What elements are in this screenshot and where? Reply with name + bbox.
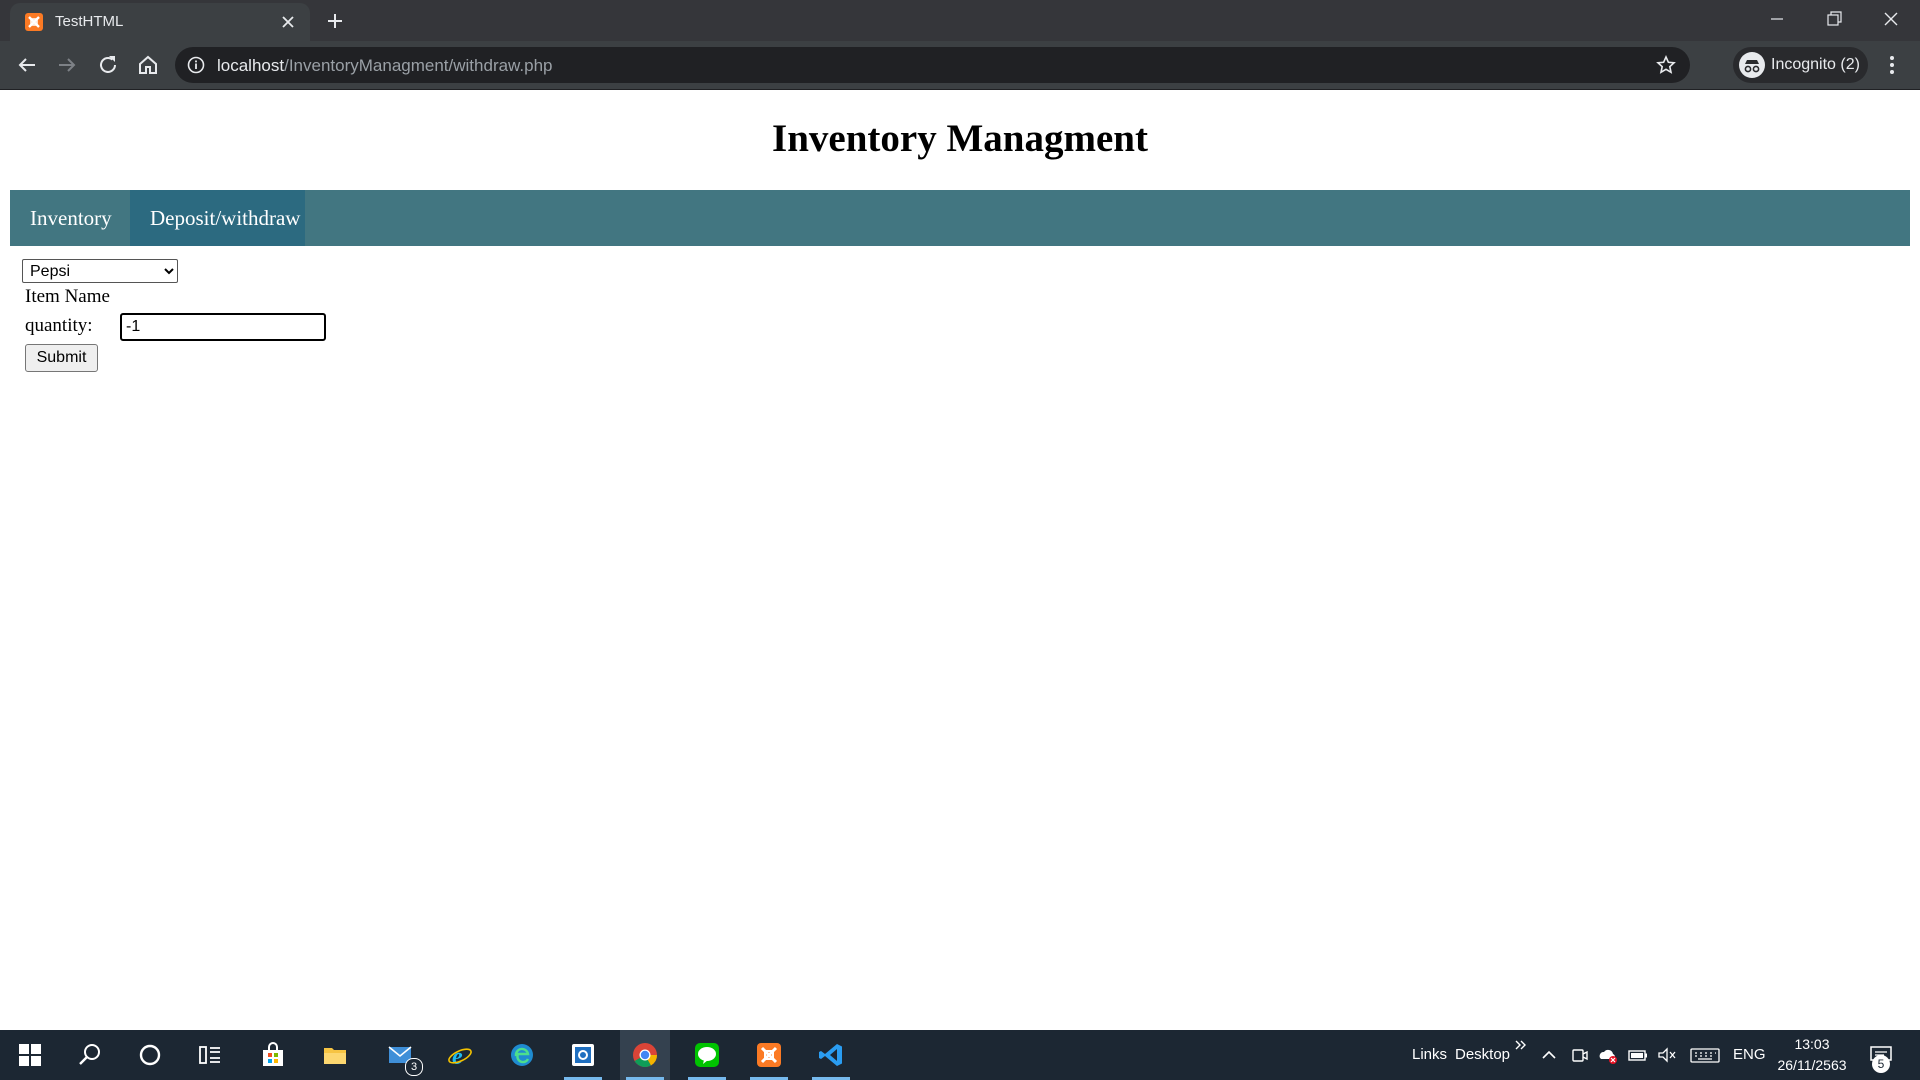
- address-bar[interactable]: localhost/InventoryManagment/withdraw.ph…: [175, 47, 1690, 83]
- edge-icon: [511, 1044, 533, 1066]
- page-title: Inventory Managment: [772, 117, 1148, 160]
- search-button[interactable]: [65, 1030, 115, 1080]
- windows-taskbar: 3 e Links Desktop ENG 13:03 26/11/2563: [0, 1030, 1920, 1080]
- new-tab-icon[interactable]: [325, 11, 345, 31]
- mail-button[interactable]: 3: [375, 1030, 425, 1080]
- remote-desktop-button[interactable]: [558, 1030, 608, 1080]
- browser-tab-strip: TestHTML: [0, 0, 1920, 41]
- tab-title: TestHTML: [55, 13, 124, 30]
- xampp-button[interactable]: [744, 1030, 794, 1080]
- internet-explorer-button[interactable]: e: [435, 1030, 485, 1080]
- cortana-icon: [139, 1044, 161, 1066]
- mail-badge: 3: [405, 1058, 423, 1076]
- remote-desktop-icon: [572, 1044, 594, 1066]
- reload-icon[interactable]: [96, 53, 120, 77]
- task-view-icon: [199, 1046, 220, 1064]
- close-window-icon[interactable]: [1880, 8, 1902, 30]
- nav-item-inventory[interactable]: Inventory: [10, 190, 130, 246]
- clock-time: 13:03: [1794, 1036, 1830, 1052]
- web-page: Inventory Managment Inventory Deposit/wi…: [0, 90, 1920, 1030]
- file-explorer-icon: [324, 1048, 346, 1064]
- quantity-label: quantity:: [25, 315, 93, 336]
- meet-now-icon[interactable]: [1570, 1045, 1590, 1065]
- battery-icon[interactable]: [1628, 1045, 1648, 1065]
- notification-badge: 5: [1872, 1055, 1890, 1073]
- edge-button[interactable]: [497, 1030, 547, 1080]
- task-view-button[interactable]: [185, 1030, 235, 1080]
- incognito-icon: [1739, 52, 1765, 78]
- item-name-label: Item Name: [25, 286, 110, 307]
- browser-tab[interactable]: TestHTML: [10, 3, 310, 41]
- toolbar-overflow-icon[interactable]: [1514, 1038, 1528, 1052]
- tab-close-icon[interactable]: [280, 14, 296, 30]
- svg-text:e: e: [452, 1044, 463, 1068]
- navigation-bar: Inventory Deposit/withdraw: [10, 190, 1910, 246]
- start-button[interactable]: [5, 1030, 55, 1080]
- links-toolbar[interactable]: Links: [1412, 1046, 1447, 1063]
- file-explorer-button[interactable]: [310, 1030, 360, 1080]
- desktop-toolbar[interactable]: Desktop: [1455, 1046, 1510, 1063]
- restore-icon[interactable]: [1823, 8, 1845, 30]
- language-indicator[interactable]: ENG: [1733, 1046, 1766, 1063]
- incognito-profile-button[interactable]: Incognito (2): [1733, 47, 1868, 83]
- onedrive-error-icon[interactable]: [1598, 1045, 1618, 1065]
- item-select[interactable]: Pepsi: [22, 259, 178, 283]
- chrome-icon: [633, 1043, 657, 1068]
- clock-date: 26/11/2563: [1777, 1057, 1847, 1073]
- browser-menu-icon[interactable]: [1882, 53, 1902, 77]
- search-icon: [79, 1044, 100, 1065]
- clock[interactable]: 13:03 26/11/2563: [1770, 1034, 1854, 1076]
- site-info-icon[interactable]: [187, 56, 205, 74]
- url-host: localhost: [217, 56, 285, 75]
- chrome-button[interactable]: [620, 1030, 670, 1080]
- start-icon: [19, 1044, 41, 1066]
- minimize-icon[interactable]: [1766, 8, 1788, 30]
- home-icon[interactable]: [136, 53, 160, 77]
- xampp-icon: [757, 1043, 781, 1067]
- internet-explorer-icon: e: [448, 1044, 472, 1068]
- url-text: localhost/InventoryManagment/withdraw.ph…: [217, 56, 552, 76]
- forward-icon[interactable]: [55, 53, 79, 77]
- quantity-input[interactable]: [120, 313, 326, 341]
- line-button[interactable]: [682, 1030, 732, 1080]
- back-icon[interactable]: [15, 53, 39, 77]
- volume-muted-icon[interactable]: [1657, 1045, 1677, 1065]
- xampp-favicon-icon: [25, 13, 43, 31]
- chevron-up-icon[interactable]: [1539, 1045, 1559, 1065]
- bookmark-star-icon[interactable]: [1656, 55, 1676, 75]
- store-icon: [263, 1042, 283, 1066]
- vscode-button[interactable]: [806, 1030, 856, 1080]
- submit-button[interactable]: Submit: [25, 344, 98, 372]
- line-icon: [695, 1043, 719, 1067]
- incognito-label: Incognito (2): [1771, 56, 1860, 73]
- cortana-button[interactable]: [125, 1030, 175, 1080]
- keyboard-icon[interactable]: [1690, 1045, 1720, 1065]
- url-path: /InventoryManagment/withdraw.php: [284, 56, 553, 75]
- store-button[interactable]: [248, 1030, 298, 1080]
- nav-item-deposit-withdraw[interactable]: Deposit/withdraw: [130, 190, 305, 246]
- browser-toolbar: localhost/InventoryManagment/withdraw.ph…: [0, 41, 1920, 90]
- vscode-icon: [819, 1044, 842, 1066]
